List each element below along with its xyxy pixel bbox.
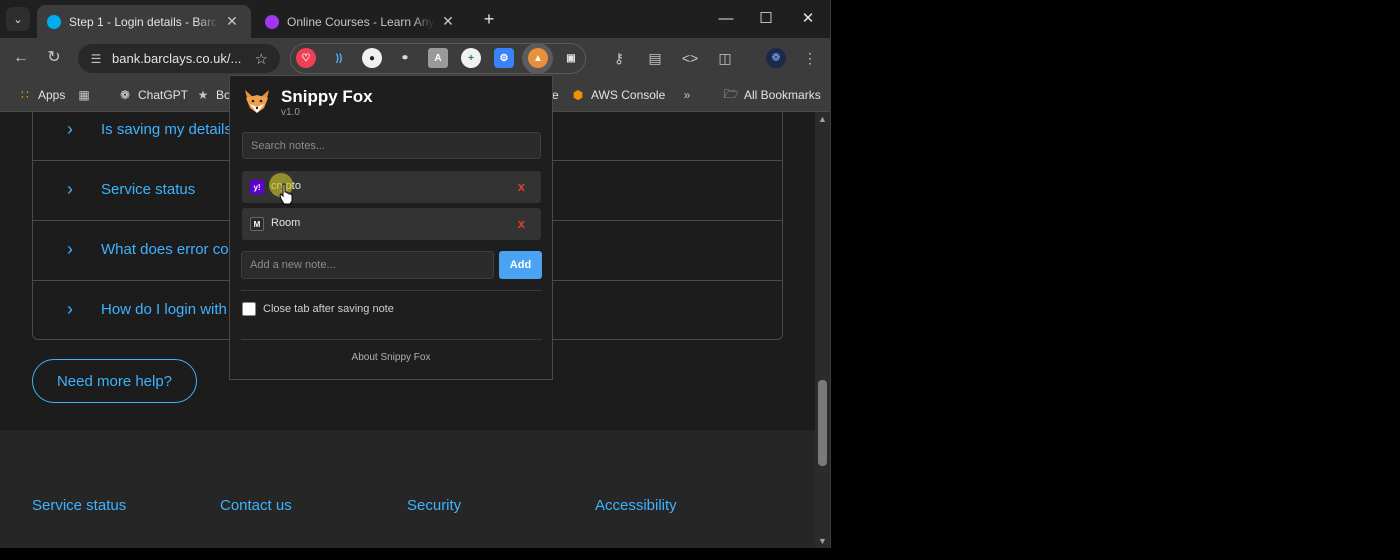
fox-logo-icon (245, 90, 269, 113)
divider (241, 290, 542, 291)
tab-barclays[interactable]: Step 1 - Login details - Barclays ✕ (37, 5, 251, 38)
search-notes-input[interactable] (242, 132, 541, 159)
footer-link-service-status[interactable]: Service status (32, 497, 126, 514)
scrollbar-thumb[interactable] (818, 380, 827, 466)
tab-strip: ⌄ Step 1 - Login details - Barclays ✕ On… (0, 0, 830, 38)
faq-question: Is saving my details s (101, 121, 244, 138)
footer-link-contact-us[interactable]: Contact us (220, 497, 292, 514)
glasses-icon[interactable]: ⚭ (395, 48, 415, 68)
close-window-button[interactable]: ✕ (794, 6, 822, 32)
star-icon: ★ (197, 88, 209, 102)
yahoo-icon: y! (250, 180, 264, 194)
faq-question: What does error cod (101, 241, 237, 258)
menu-kebab-icon[interactable]: ⋮ (800, 48, 820, 68)
page-scrollbar[interactable]: ▲ ▼ (815, 112, 830, 548)
extension-badge-icon[interactable]: ⚙ (494, 48, 514, 68)
popup-version: v1.0 (281, 107, 300, 118)
folder-icon: 🗁 (723, 86, 739, 101)
bookmark-starred[interactable]: ★ Bo (196, 85, 231, 105)
bookmark-label: e (552, 88, 559, 102)
chevron-right-icon: › (67, 299, 73, 319)
faq-question: How do I login with (101, 301, 227, 318)
maximize-button[interactable]: ☐ (752, 6, 780, 32)
bookmark-star-icon[interactable]: ☆ (255, 50, 268, 68)
tab-title: Step 1 - Login details - Barclays (69, 14, 219, 29)
reload-button[interactable]: ↻ (42, 46, 66, 70)
close-icon[interactable]: ✕ (439, 13, 457, 30)
chevron-down-icon: ⌄ (13, 13, 23, 26)
puzzle-extensions-icon[interactable]: ▣ (561, 48, 581, 68)
bookmark-label: Apps (38, 88, 66, 102)
side-panel-icon[interactable]: ◫ (715, 48, 735, 68)
close-tab-label: Close tab after saving note (263, 303, 394, 315)
tab-search-button[interactable]: ⌄ (6, 7, 30, 31)
minimize-button[interactable]: — (712, 6, 740, 32)
bookmark-apps[interactable]: ∷ Apps (18, 85, 65, 105)
translate-icon[interactable]: A (428, 48, 448, 68)
extension-circle-icon[interactable]: ● (362, 48, 382, 68)
back-button[interactable]: ← (9, 46, 33, 70)
chevron-right-icon: › (67, 119, 73, 139)
scroll-down-arrow-icon[interactable]: ▼ (818, 536, 827, 546)
bookmark-partial[interactable]: e (552, 85, 559, 105)
profile-avatar[interactable]: ❁ (766, 48, 786, 68)
browser-window: ⌄ Step 1 - Login details - Barclays ✕ On… (0, 0, 831, 548)
bookmark-label: ChatGPT (138, 88, 189, 102)
gmail-icon: M (250, 217, 264, 231)
double-chevron-right-icon: » (683, 88, 691, 102)
footer-link-accessibility[interactable]: Accessibility (595, 497, 677, 514)
pocket-icon[interactable]: ♡ (296, 48, 316, 68)
reading-mode-icon[interactable]: ▤ (645, 48, 665, 68)
bookmark-grid[interactable]: ▦ (77, 85, 97, 105)
close-tab-checkbox[interactable] (242, 302, 256, 316)
popup-title: Snippy Fox (281, 87, 373, 106)
new-note-input[interactable] (241, 251, 494, 279)
about-link[interactable]: About Snippy Fox (230, 352, 552, 363)
readaloud-icon[interactable]: )) (329, 48, 349, 68)
footer-link-security[interactable]: Security (407, 497, 461, 514)
footer: Service status Contact us Security Acces… (0, 430, 815, 548)
address-bar[interactable]: ☰ bank.barclays.co.uk/... ☆ (78, 44, 280, 73)
address-url: bank.barclays.co.uk/... (112, 51, 242, 66)
bookmark-chatgpt[interactable]: ❁ ChatGPT (118, 85, 188, 105)
browser-toolbar: ← ↻ ☰ bank.barclays.co.uk/... ☆ ♡ )) ● ⚭… (0, 38, 830, 78)
chevron-right-icon: › (67, 179, 73, 199)
close-icon[interactable]: ✕ (223, 13, 241, 30)
delete-note-icon[interactable]: x (518, 216, 525, 231)
aws-icon: ⬢ (572, 88, 584, 102)
apps-grid-icon: ∷ (21, 88, 29, 102)
note-text[interactable]: Room (271, 217, 300, 229)
divider (241, 339, 542, 340)
faq-question: Service status (101, 181, 196, 198)
need-more-help-button[interactable]: Need more help? (32, 359, 197, 403)
fox-icon: ▲ (528, 48, 548, 68)
scroll-up-arrow-icon[interactable]: ▲ (818, 114, 827, 124)
openai-icon: ❁ (119, 88, 131, 102)
bookmark-label: All Bookmarks (744, 88, 821, 102)
new-tab-button[interactable]: + (478, 8, 500, 30)
snippy-fox-popup: Snippy Fox v1.0 y! crypto x M Room x Add… (229, 75, 553, 380)
note-item[interactable]: M Room x (242, 208, 541, 240)
site-settings-icon[interactable]: ☰ (88, 51, 104, 67)
grid-icon: ▦ (78, 88, 90, 102)
password-key-icon[interactable]: ⚷ (609, 48, 629, 68)
tab-udemy[interactable]: Online Courses - Learn Anything ✕ (255, 5, 467, 38)
add-circle-icon[interactable]: + (461, 48, 481, 68)
bookmark-aws[interactable]: ⬢ AWS Console (571, 85, 666, 105)
barclays-eagle-icon (47, 14, 61, 29)
bookmarks-overflow-button[interactable]: » (680, 85, 700, 105)
chevron-right-icon: › (67, 239, 73, 259)
udemy-icon (265, 14, 279, 29)
add-note-button[interactable]: Add (499, 251, 542, 279)
hand-pointer-icon (279, 183, 293, 205)
devtools-code-icon[interactable]: <> (680, 48, 700, 68)
tab-title: Online Courses - Learn Anything (287, 14, 435, 29)
delete-note-icon[interactable]: x (518, 179, 525, 194)
bookmark-label: AWS Console (591, 88, 666, 102)
bookmark-all-bookmarks[interactable]: 🗁 All Bookmarks (724, 85, 821, 105)
